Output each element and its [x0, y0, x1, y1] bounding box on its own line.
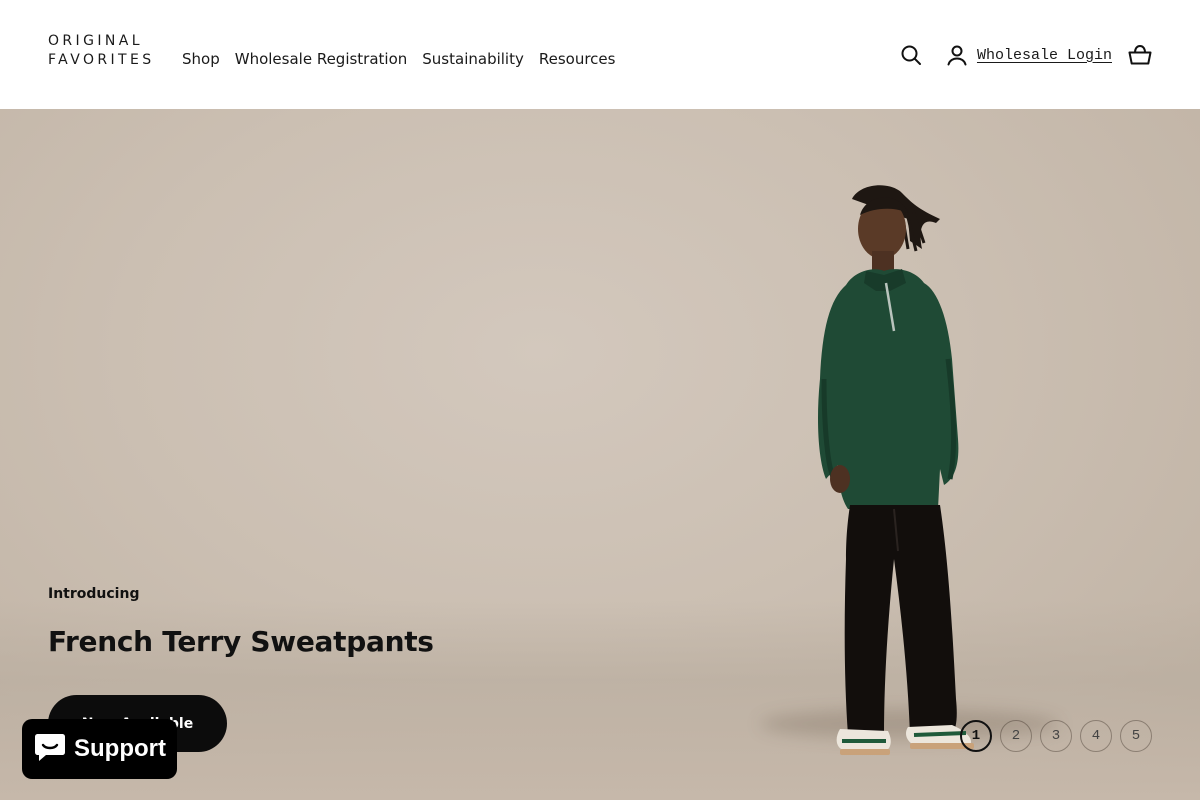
- hero-slideshow: Introducing French Terry Sweatpants Now …: [0, 109, 1200, 800]
- hero-model-image: [818, 185, 974, 755]
- brand-logo-line2: FAVORITES: [48, 52, 155, 68]
- support-chat-label: Support: [74, 735, 166, 762]
- slide-dot-4[interactable]: 4: [1080, 720, 1112, 752]
- nav-item-wholesale-registration[interactable]: Wholesale Registration: [235, 50, 408, 68]
- cart-icon[interactable]: [1128, 43, 1152, 67]
- nav-item-shop[interactable]: Shop: [182, 50, 220, 68]
- wholesale-login-link[interactable]: Wholesale Login: [977, 47, 1112, 64]
- brand-logo[interactable]: ORIGINAL FAVORITES: [48, 32, 160, 70]
- nav-item-resources[interactable]: Resources: [539, 50, 616, 68]
- slide-dot-5[interactable]: 5: [1120, 720, 1152, 752]
- search-icon[interactable]: [899, 43, 923, 67]
- support-chat-button[interactable]: Support: [22, 719, 177, 779]
- slide-dot-3[interactable]: 3: [1040, 720, 1072, 752]
- chat-bubble-icon: [34, 732, 66, 767]
- site-header: ORIGINAL FAVORITES Shop Wholesale Regist…: [0, 0, 1200, 109]
- brand-logo-line1: ORIGINAL: [48, 33, 143, 49]
- slide-pagination: 1 2 3 4 5: [960, 720, 1152, 752]
- account-icon[interactable]: [945, 43, 969, 67]
- header-actions: Wholesale Login: [899, 42, 1152, 68]
- hero-title: French Terry Sweatpants: [48, 625, 434, 658]
- slide-dot-1[interactable]: 1: [960, 720, 992, 752]
- slide-dot-2[interactable]: 2: [1000, 720, 1032, 752]
- hero-eyebrow: Introducing: [48, 586, 140, 602]
- main-nav: Shop Wholesale Registration Sustainabili…: [182, 50, 630, 68]
- nav-item-sustainability[interactable]: Sustainability: [422, 50, 524, 68]
